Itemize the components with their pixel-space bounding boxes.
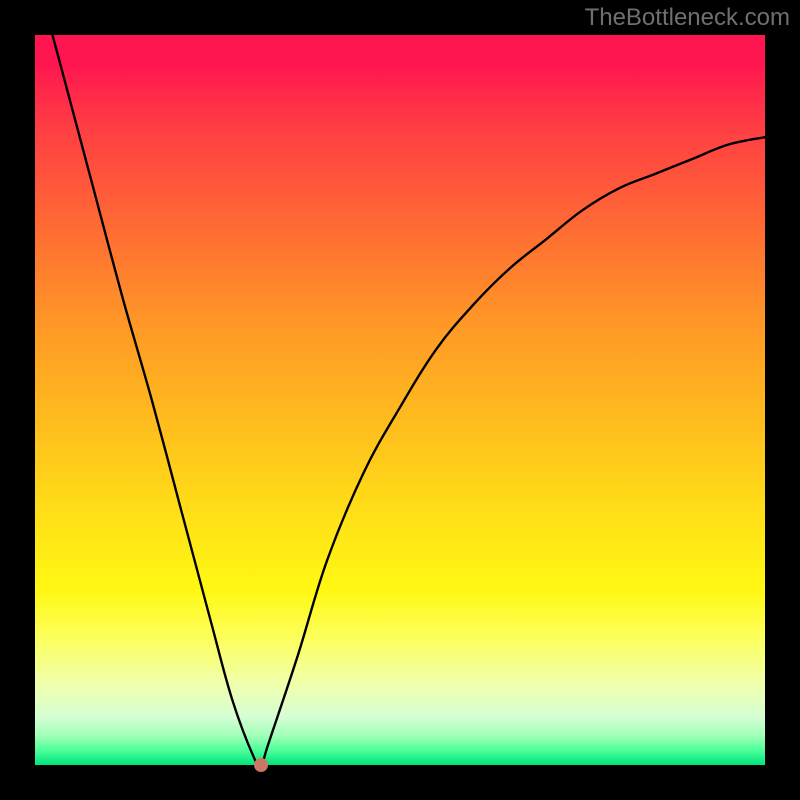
- chart-frame: TheBottleneck.com: [0, 0, 800, 800]
- watermark-text: TheBottleneck.com: [585, 4, 790, 32]
- optimum-marker: [254, 758, 268, 772]
- plot-area: [35, 35, 765, 765]
- bottleneck-curve: [35, 35, 765, 765]
